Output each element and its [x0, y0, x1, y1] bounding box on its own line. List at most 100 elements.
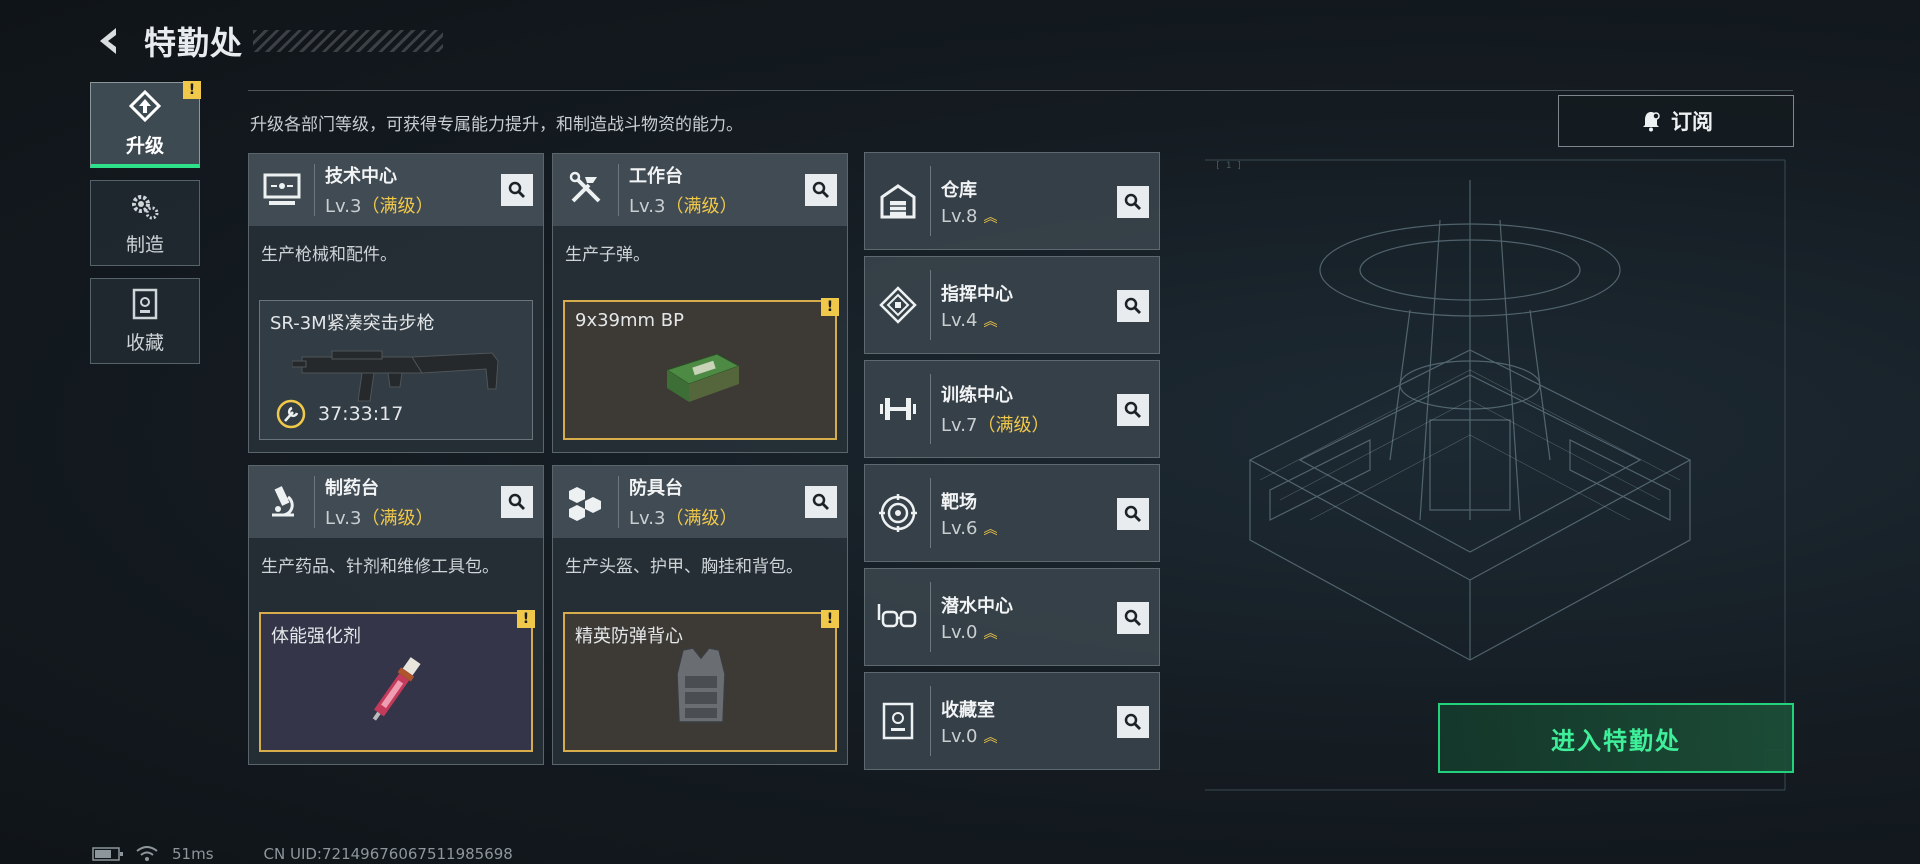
facility-description: 生产枪械和配件。 — [261, 245, 397, 265]
inspect-button[interactable] — [1117, 602, 1149, 634]
bell-icon — [1643, 112, 1660, 132]
facility-description: 生产药品、针剂和维修工具包。 — [261, 557, 499, 577]
facility-level: Lv.3 — [629, 508, 666, 529]
facility-name: 防具台 — [629, 478, 683, 499]
search-icon — [1124, 193, 1141, 210]
inspect-button[interactable] — [1117, 706, 1149, 738]
inspect-button[interactable] — [1117, 290, 1149, 322]
inspect-button[interactable] — [805, 174, 837, 206]
search-icon — [1124, 609, 1141, 626]
syringe-icon — [372, 657, 421, 721]
building-row-training-center[interactable]: 训练中心 Lv.7（满级） — [864, 360, 1160, 458]
facility-name: 技术中心 — [325, 166, 397, 187]
target-icon — [878, 494, 917, 532]
building-row-diving-center[interactable]: 潜水中心 Lv.0 ︽ — [864, 568, 1160, 666]
slot-alert-badge: ! — [821, 298, 839, 316]
product-name: 精英防弹背心 — [575, 626, 683, 647]
tools-icon — [569, 171, 600, 203]
building-row-warehouse[interactable]: 仓库 Lv.8 ︽ — [864, 152, 1160, 250]
top-bar: 特勤处 — [92, 18, 444, 64]
inspect-button[interactable] — [1117, 186, 1149, 218]
product-name: SR-3M紧凑突击步枪 — [270, 313, 435, 334]
facility-max-level: （满级） — [665, 508, 738, 529]
enter-button-label: 进入特勤处 — [1551, 726, 1681, 755]
ping-value: 51ms — [172, 845, 214, 863]
enter-special-ops-button[interactable]: 进入特勤处 — [1438, 703, 1794, 773]
production-timer: 37:33:17 — [276, 399, 403, 429]
facility-max-level: （满级） — [665, 196, 738, 217]
diving-mask-icon — [877, 604, 916, 628]
building-row-command-center[interactable]: 指挥中心 Lv.4 ︽ — [864, 256, 1160, 354]
building-name: 靶场 — [941, 491, 977, 513]
vest-icon — [676, 647, 726, 723]
facility-description: 生产头盔、护甲、胸挂和背包。 — [565, 557, 803, 577]
building-row-collection-room[interactable]: 收藏室 Lv.0 ︽ — [864, 672, 1160, 770]
collection-room-icon — [882, 702, 913, 740]
battery-icon — [92, 847, 123, 861]
wrench-timer-icon — [276, 399, 306, 429]
nav-label-collection: 收藏 — [125, 331, 164, 354]
search-icon — [1124, 401, 1141, 418]
nav-tab-collection[interactable]: 收藏 — [90, 278, 200, 364]
base-blueprint-illustration — [1248, 180, 1692, 661]
building-name: 指挥中心 — [941, 283, 1013, 305]
facility-max-level: （满级） — [361, 196, 434, 217]
search-icon — [508, 493, 525, 510]
production-slot[interactable]: 体能强化剂 ! — [259, 610, 535, 752]
back-arrow-icon — [100, 28, 116, 54]
building-max-level: （满级） — [977, 415, 1050, 436]
subscribe-label: 订阅 — [1671, 110, 1713, 134]
facility-level: Lv.3 — [629, 196, 666, 217]
facility-card-armor-bench[interactable]: 防具台 Lv.3（满级） 生产头盔、护甲、胸挂和背包。 精英防弹背心 ! — [552, 465, 848, 765]
inspect-button[interactable] — [805, 486, 837, 518]
status-bar: 51ms CN UID:72149676067511985698 — [92, 845, 513, 863]
nav-tab-upgrade[interactable]: 升级 ! — [90, 81, 201, 168]
facility-card-workbench[interactable]: 工作台 Lv.3（满级） 生产子弹。 9x39mm BP ! — [552, 153, 848, 453]
dumbbell-icon — [879, 398, 916, 420]
upgradeable-chevron-icon: ︽ — [983, 729, 998, 746]
inspect-button[interactable] — [1117, 394, 1149, 426]
nav-label-upgrade: 升级 — [125, 135, 164, 157]
upgradeable-chevron-icon: ︽ — [983, 521, 998, 538]
building-level: Lv.8 — [941, 205, 978, 227]
facility-description: 生产子弹。 — [565, 245, 650, 265]
upgradeable-chevron-icon: ︽ — [983, 313, 998, 330]
facility-name: 工作台 — [629, 166, 683, 187]
product-name: 体能强化剂 — [271, 626, 361, 647]
production-slot[interactable]: 精英防弹背心 ! — [563, 610, 839, 752]
building-level: Lv.7 — [941, 415, 978, 436]
slot-alert-badge: ! — [821, 610, 839, 628]
subscribe-button[interactable]: 订阅 — [1558, 95, 1794, 147]
production-slot[interactable]: 9x39mm BP ! — [563, 298, 839, 440]
page-description: 升级各部门等级，可获得专属能力提升，和制造战斗物资的能力。 — [250, 115, 743, 135]
upgrade-icon — [128, 89, 162, 123]
inspect-button[interactable] — [501, 174, 533, 206]
building-row-shooting-range[interactable]: 靶场 Lv.6 ︽ — [864, 464, 1160, 562]
search-icon — [508, 181, 525, 198]
building-level: Lv.4 — [941, 309, 978, 331]
card-header: 工作台 Lv.3（满级） — [553, 154, 847, 226]
title-stripes-decoration — [253, 30, 444, 52]
wifi-icon — [136, 846, 158, 861]
facility-card-pharmacy[interactable]: 制药台 Lv.3（满级） 生产药品、针剂和维修工具包。 体能强化剂 ! — [248, 465, 544, 765]
building-name: 仓库 — [941, 179, 977, 201]
building-name: 收藏室 — [941, 699, 995, 721]
computer-icon — [263, 173, 300, 205]
facility-card-tech-center[interactable]: 技术中心 Lv.3（满级） 生产枪械和配件。 SR-3M紧凑突击步枪 37:33… — [248, 153, 544, 453]
gears-icon — [132, 194, 159, 219]
search-icon — [1124, 505, 1141, 522]
facility-max-level: （满级） — [361, 508, 434, 529]
product-name: 9x39mm BP — [575, 310, 685, 331]
production-slot[interactable]: SR-3M紧凑突击步枪 37:33:17 — [259, 300, 533, 440]
card-header: 防具台 Lv.3（满级） — [553, 466, 847, 538]
header-divider — [248, 90, 1793, 91]
nav-alert-badge: ! — [183, 81, 201, 99]
inspect-button[interactable] — [501, 486, 533, 518]
facility-name: 制药台 — [325, 478, 379, 499]
back-button[interactable] — [92, 23, 128, 59]
command-icon — [878, 286, 917, 324]
upgradeable-chevron-icon: ︽ — [983, 625, 998, 642]
inspect-button[interactable] — [1117, 498, 1149, 530]
collection-icon — [132, 288, 158, 319]
nav-tab-craft[interactable]: 制造 — [90, 180, 200, 266]
